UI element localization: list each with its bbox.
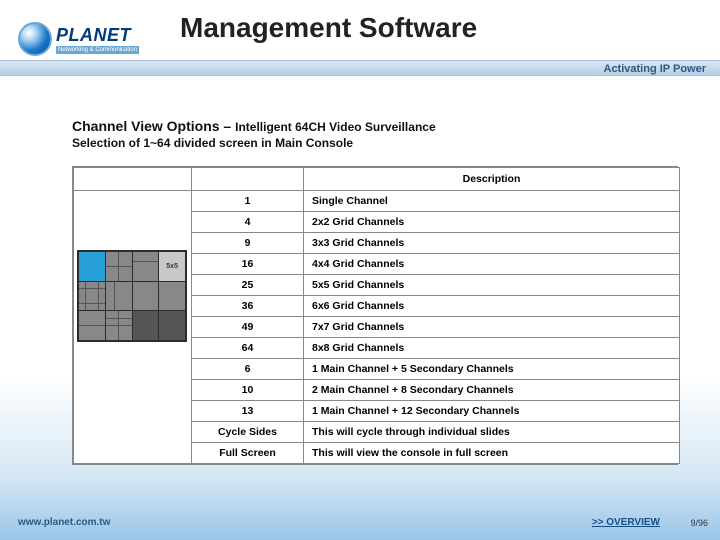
grid-layout-icon: [159, 282, 185, 311]
section-lead: Channel View Options –: [72, 118, 235, 134]
grid-fullscreen-icon: [159, 311, 185, 340]
grid-4x4-icon: [79, 282, 105, 311]
col-desc: Description: [304, 168, 680, 191]
table-row: 5x51Single Channel: [74, 191, 680, 212]
grid-layout-icon: [133, 282, 159, 311]
option-desc: 8x8 Grid Channels: [304, 338, 680, 359]
col-key: [192, 168, 304, 191]
grid-2x2-icon: [106, 252, 132, 281]
option-key: 13: [192, 401, 304, 422]
option-desc: 2 Main Channel + 8 Secondary Channels: [304, 380, 680, 401]
grid-selector-icon: 5x5: [77, 250, 187, 342]
option-key: 36: [192, 296, 304, 317]
overview-link[interactable]: >> OVERVIEW: [592, 517, 660, 528]
option-desc: 5x5 Grid Channels: [304, 275, 680, 296]
option-desc: This will view the console in full scree…: [304, 443, 680, 464]
header-ribbon: Activating IP Power: [0, 60, 720, 76]
option-key: Cycle Sides: [192, 422, 304, 443]
section-heading: Channel View Options – Intelligent 64CH …: [72, 118, 672, 150]
section-subline: Selection of 1~64 divided screen in Main…: [72, 136, 672, 150]
brand-logo: PLANET Networking & Communication: [18, 22, 139, 56]
option-key: 64: [192, 338, 304, 359]
grid-selector-thumbnail: 5x5: [74, 191, 192, 464]
grid-layout-icon: [79, 311, 105, 340]
option-key: Full Screen: [192, 443, 304, 464]
option-desc: 7x7 Grid Channels: [304, 317, 680, 338]
grid-1x1-icon: [79, 252, 105, 281]
col-thumb: [74, 168, 192, 191]
option-desc: 6x6 Grid Channels: [304, 296, 680, 317]
grid-cycle-icon: [133, 311, 159, 340]
option-desc: 4x4 Grid Channels: [304, 254, 680, 275]
option-key: 49: [192, 317, 304, 338]
grid-3x3-icon: [133, 252, 159, 281]
option-key: 10: [192, 380, 304, 401]
option-key: 16: [192, 254, 304, 275]
globe-icon: [18, 22, 52, 56]
page-number: 9/96: [690, 518, 708, 528]
option-key: 6: [192, 359, 304, 380]
option-desc: 1 Main Channel + 12 Secondary Channels: [304, 401, 680, 422]
option-desc: 3x3 Grid Channels: [304, 233, 680, 254]
option-desc: 1 Main Channel + 5 Secondary Channels: [304, 359, 680, 380]
grid-layout-icon: [106, 282, 132, 311]
section-lead-sub: Intelligent 64CH Video Surveillance: [235, 120, 436, 134]
logo-tagline: Networking & Communication: [56, 46, 139, 54]
option-key: 9: [192, 233, 304, 254]
grid-5x5-label: 5x5: [159, 252, 185, 281]
option-key: 1: [192, 191, 304, 212]
options-table: Description 5x51Single Channel42x2 Grid …: [72, 166, 678, 465]
logo-name: PLANET: [56, 25, 139, 46]
grid-layout-icon: [106, 311, 132, 340]
page-title: Management Software: [180, 12, 477, 44]
option-desc: 2x2 Grid Channels: [304, 212, 680, 233]
option-desc: Single Channel: [304, 191, 680, 212]
option-desc: This will cycle through individual slide…: [304, 422, 680, 443]
footer-url: www.planet.com.tw: [18, 517, 110, 528]
option-key: 25: [192, 275, 304, 296]
option-key: 4: [192, 212, 304, 233]
